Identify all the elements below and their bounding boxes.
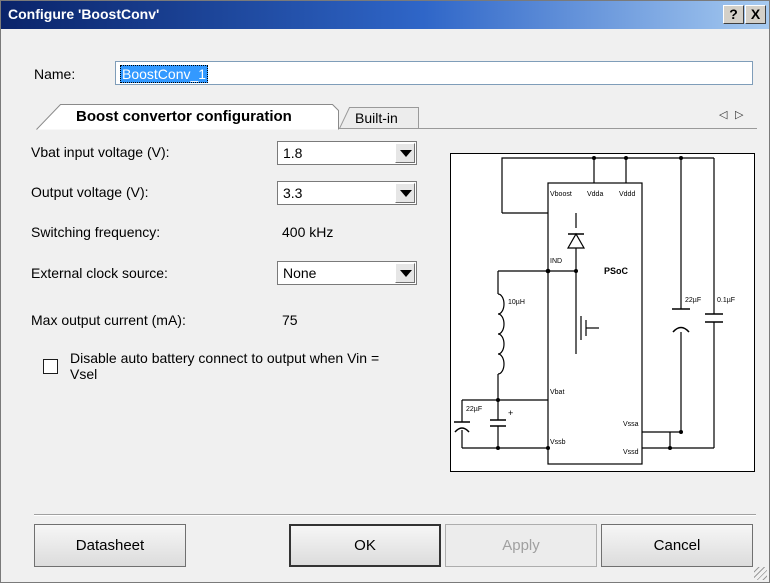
vout-label: Output voltage (V):	[31, 184, 149, 200]
resize-grip-icon[interactable]	[754, 567, 767, 580]
tab-scroll-left-icon[interactable]: ◁	[719, 108, 727, 121]
disable-auto-label: Disable auto battery connect to output w…	[70, 350, 380, 382]
window-title: Configure 'BoostConv'	[8, 6, 160, 22]
clock-label: External clock source:	[31, 265, 168, 281]
tab-scroll-right-icon[interactable]: ▷	[735, 108, 743, 121]
configure-dialog: Configure 'BoostConv' ? X Name: BoostCon…	[0, 0, 770, 583]
tab-built-in[interactable]: Built-in	[339, 107, 419, 129]
ok-button[interactable]: OK	[289, 524, 441, 567]
cap-out2-label: 0.1µF	[717, 297, 735, 304]
name-label: Name:	[34, 66, 76, 82]
tab-boost-config[interactable]: Boost convertor configuration	[36, 104, 339, 130]
max-current-label: Max output current (mA):	[31, 312, 186, 328]
vbat-select[interactable]: 1.8	[277, 141, 417, 165]
pin-vboost-label: Vboost	[550, 191, 572, 198]
chip-label: PSoC	[604, 266, 629, 276]
pin-vbat-label: Vbat	[550, 389, 564, 396]
schematic-diagram: Vboost Vdda Vddd IND Vbat Vssb Vssa Vssd…	[450, 153, 755, 472]
apply-button[interactable]: Apply	[445, 524, 597, 567]
clock-dropdown-arrow-icon[interactable]	[395, 263, 415, 283]
cap-out1-label: 22µF	[685, 297, 701, 304]
vbat-dropdown-arrow-icon[interactable]	[395, 143, 415, 163]
pin-vssd-label: Vssd	[623, 449, 639, 456]
clock-value: None	[283, 265, 317, 281]
freq-label: Switching frequency:	[31, 224, 161, 240]
name-value: BoostConv_1	[120, 65, 209, 83]
datasheet-button[interactable]: Datasheet	[34, 524, 186, 567]
tab-strip-line	[339, 128, 757, 129]
pin-vssa-label: Vssa	[623, 421, 639, 428]
button-separator	[34, 514, 756, 516]
pin-vddd-label: Vddd	[619, 191, 635, 198]
cap-in-label: 22µF	[466, 406, 482, 413]
vout-dropdown-arrow-icon[interactable]	[395, 183, 415, 203]
max-current-value: 75	[282, 312, 298, 328]
name-input[interactable]: BoostConv_1	[115, 61, 753, 85]
freq-value: 400 kHz	[282, 224, 334, 240]
pin-ind-label: IND	[550, 258, 562, 265]
tab-boost-config-label: Boost convertor configuration	[76, 108, 292, 125]
tab-built-in-label: Built-in	[355, 110, 398, 126]
close-button[interactable]: X	[745, 5, 766, 24]
inductor-label: 10µH	[508, 299, 525, 306]
help-button[interactable]: ?	[723, 5, 744, 24]
schematic-svg: Vboost Vdda Vddd IND Vbat Vssb Vssa Vssd…	[454, 156, 735, 465]
pin-vdda-label: Vdda	[587, 191, 603, 198]
cancel-button[interactable]: Cancel	[601, 524, 753, 567]
pin-vssb-label: Vssb	[550, 439, 566, 446]
title-bar: Configure 'BoostConv' ? X	[1, 1, 769, 29]
vbat-label: Vbat input voltage (V):	[31, 144, 170, 160]
cap-plus-label: +	[508, 408, 513, 418]
disable-auto-checkbox[interactable]	[43, 359, 58, 374]
vbat-value: 1.8	[283, 145, 303, 161]
clock-select[interactable]: None	[277, 261, 417, 285]
vout-select[interactable]: 3.3	[277, 181, 417, 205]
vout-value: 3.3	[283, 185, 303, 201]
